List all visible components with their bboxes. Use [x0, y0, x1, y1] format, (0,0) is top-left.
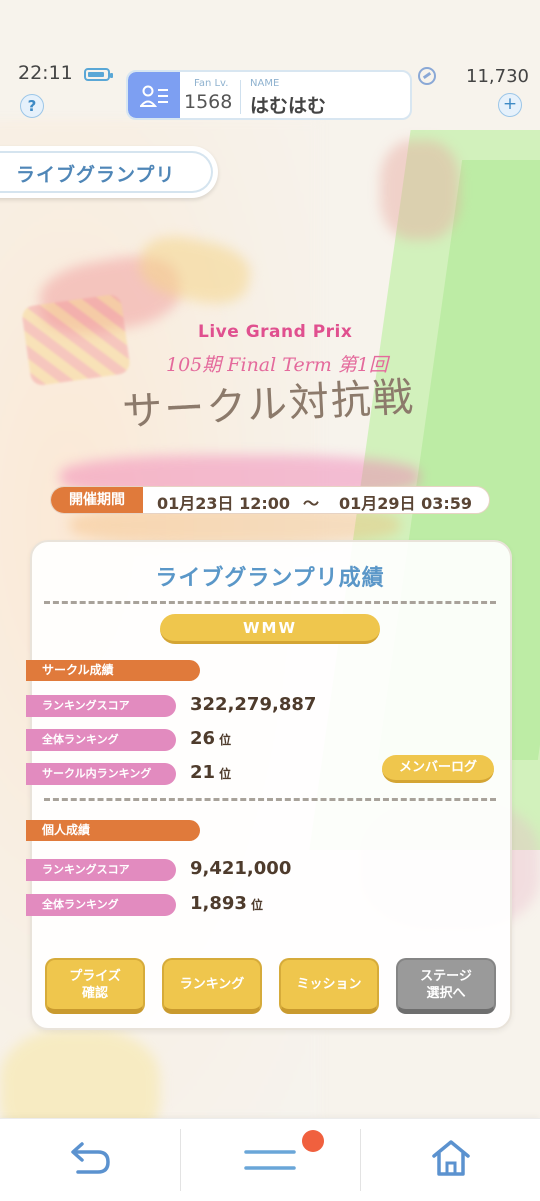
- circle-name-banner: WMW: [160, 614, 380, 644]
- page-title-tab: ライブグランプリ: [0, 146, 218, 198]
- currency-icon: [418, 67, 436, 85]
- menu-icon[interactable]: [244, 1148, 298, 1178]
- battery-icon: [84, 68, 113, 81]
- circle-score-value: 322,279,887: [190, 694, 317, 715]
- member-log-button[interactable]: メンバーログ: [382, 755, 494, 783]
- prize-check-button[interactable]: プライズ 確認: [45, 958, 145, 1014]
- fan-level-value: 1568: [184, 91, 233, 113]
- back-icon[interactable]: [66, 1139, 114, 1183]
- event-logo-decoration: [20, 293, 132, 387]
- circle-inner-rank: 21 位: [190, 762, 231, 783]
- personal-score-value: 9,421,000: [190, 858, 292, 879]
- profile-icon: [128, 72, 180, 118]
- player-name: はむはむ: [250, 95, 327, 117]
- profile-card[interactable]: Fan Lv. 1568 NAME はむはむ: [126, 70, 412, 120]
- dashed-divider: [44, 798, 496, 801]
- period-end: 01月29日 03:59: [339, 494, 473, 513]
- results-title: ライブグランプリ成績: [155, 566, 385, 591]
- rank-unit: 位: [250, 898, 263, 912]
- notification-dot: [302, 1130, 324, 1152]
- rank-unit: 位: [219, 733, 232, 747]
- circle-overall-rank-value: 26: [190, 728, 216, 749]
- ranking-button[interactable]: ランキング: [162, 958, 262, 1014]
- status-time: 22:11: [18, 62, 73, 84]
- period-label: 開催期間: [51, 487, 143, 513]
- name-label: NAME: [250, 78, 280, 89]
- stage-select-button[interactable]: ステージ 選択へ: [396, 958, 496, 1014]
- page-title: ライブグランプリ: [16, 164, 176, 186]
- circle-overall-rank-label: 全体ランキング: [26, 729, 176, 751]
- help-button[interactable]: ?: [20, 94, 44, 118]
- circle-overall-rank: 26 位: [190, 728, 231, 749]
- profile-divider: [240, 80, 241, 114]
- logo-subtitle: Live Grand Prix: [198, 322, 353, 342]
- nav-separator: [180, 1129, 181, 1191]
- home-icon[interactable]: [430, 1138, 472, 1182]
- rank-unit: 位: [219, 767, 232, 781]
- add-currency-button[interactable]: +: [498, 93, 522, 117]
- personal-overall-rank-label: 全体ランキング: [26, 894, 176, 916]
- personal-score-label: ランキングスコア: [26, 859, 176, 881]
- period-tilde: ～: [303, 494, 320, 513]
- event-period: 開催期間 01月23日 12:00 ～ 01月29日 03:59: [50, 486, 490, 514]
- personal-results-label: 個人成績: [26, 820, 200, 841]
- currency-amount: 11,730: [466, 66, 529, 87]
- period-start: 01月23日 12:00: [157, 494, 291, 513]
- circle-inner-rank-label: サークル内ランキング: [26, 763, 176, 785]
- nav-separator: [360, 1129, 361, 1191]
- fan-level-label: Fan Lv.: [194, 78, 229, 89]
- circle-results-label: サークル成績: [26, 660, 200, 681]
- mission-button[interactable]: ミッション: [279, 958, 379, 1014]
- dashed-divider: [44, 601, 496, 604]
- personal-overall-rank: 1,893 位: [190, 893, 263, 914]
- circle-inner-rank-value: 21: [190, 762, 216, 783]
- circle-score-label: ランキングスコア: [26, 695, 176, 717]
- personal-overall-rank-value: 1,893: [190, 893, 247, 914]
